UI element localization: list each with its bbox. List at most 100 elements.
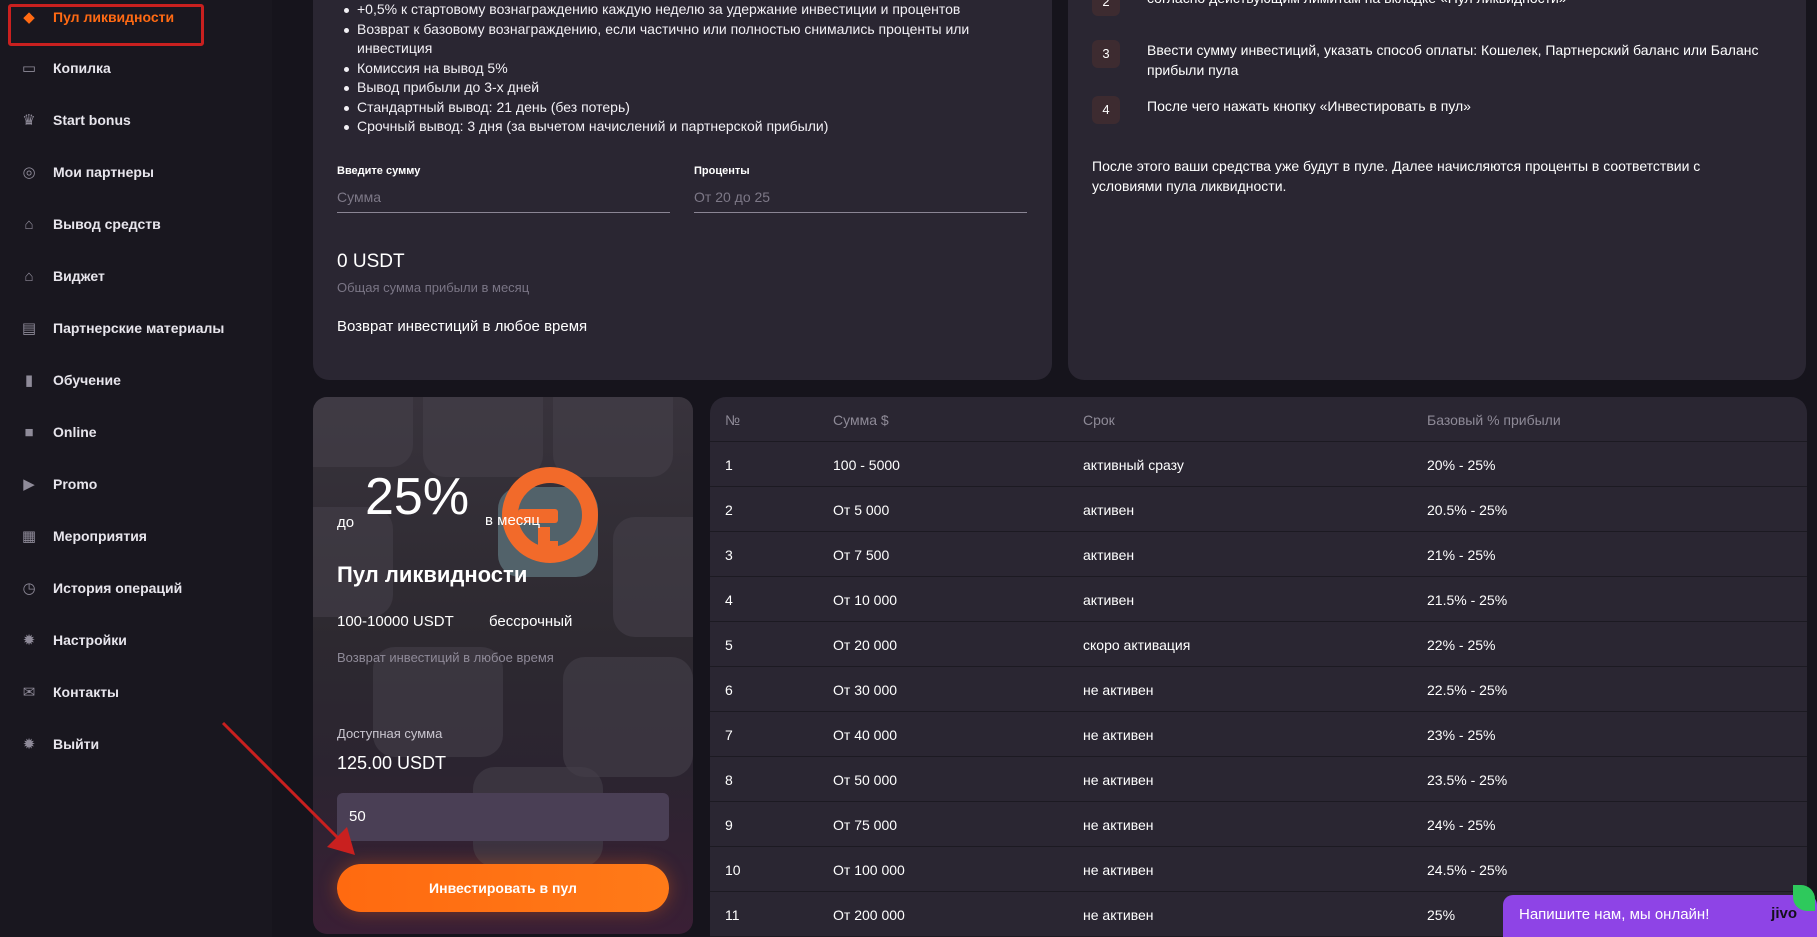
sidebar-item-contacts[interactable]: ✉ Контакты <box>20 680 119 704</box>
table-cell: 11 <box>725 907 740 923</box>
document-icon: ▤ <box>21 320 37 337</box>
sidebar-item-label: Вывод средств <box>53 216 161 232</box>
chat-icon: ✉ <box>22 684 36 701</box>
return-text: Возврат инвестиций в любое время <box>337 318 588 335</box>
column-header: Сумма $ <box>833 412 889 428</box>
pool-term: бессрочный <box>489 613 573 630</box>
play-icon: ▶ <box>23 476 35 493</box>
after-text: После этого ваши средства уже будут в пу… <box>1092 158 1701 194</box>
sidebar-item-partners[interactable]: ◎ Мои партнеры <box>20 160 154 184</box>
list-item: Вывод прибыли до 3-х дней <box>343 78 1043 98</box>
sidebar-item-education[interactable]: ▮ Обучение <box>20 368 121 392</box>
sidebar-item-label: Start bonus <box>53 112 131 128</box>
table-cell: 10 <box>725 862 741 878</box>
sidebar-item-settings[interactable]: ✹ Настройки <box>20 628 127 652</box>
table-cell: активный сразу <box>1083 457 1184 473</box>
table-cell: 100 - 5000 <box>833 457 900 473</box>
step-text: согласно действующим лимитам на вкладке … <box>1147 0 1567 8</box>
table-row: 10 От 100 000 не активен 24.5% - 25% <box>710 847 1807 892</box>
table-cell: 8 <box>725 772 733 788</box>
list-item: Возврат к базовому вознаграждению, если … <box>343 20 1043 59</box>
step-text: Ввести сумму инвестиций, указать способ … <box>1147 42 1759 78</box>
sidebar-item-liquidity-pool[interactable]: ◆ Пул ликвидности <box>20 5 174 29</box>
table-cell: 25% <box>1427 907 1456 923</box>
table-cell: 23.5% - 25% <box>1427 772 1508 788</box>
table-row: 6 От 30 000 не активен 22.5% - 25% <box>710 667 1807 712</box>
step-4: 4 После чего нажать кнопку «Инвестироват… <box>1092 96 1772 124</box>
sidebar-item-label: История операций <box>53 580 183 596</box>
sum-input[interactable]: Сумма <box>337 185 670 213</box>
table-cell: 9 <box>725 817 733 833</box>
total-profit-caption: Общая сумма прибыли в месяц <box>337 280 530 295</box>
step-text: После чего нажать кнопку «Инвестировать … <box>1147 98 1471 114</box>
table-cell: не активен <box>1083 907 1154 923</box>
table-cell: От 200 000 <box>833 907 905 923</box>
sidebar-item-partner-materials[interactable]: ▤ Партнерские материалы <box>20 316 224 340</box>
table-row: 7 От 40 000 не активен 23% - 25% <box>710 712 1807 757</box>
table-cell: активен <box>1083 592 1135 608</box>
sidebar-item-piggy-bank[interactable]: ▭ Копилка <box>20 56 111 80</box>
sidebar-item-label: Мероприятия <box>53 528 147 544</box>
amount-input[interactable]: 50 <box>337 793 669 841</box>
table-cell: 1 <box>725 457 733 473</box>
sum-label: Введите сумму <box>337 165 421 177</box>
chat-widget[interactable]: Напишите нам, мы онлайн! jivo <box>1503 885 1817 937</box>
sidebar-item-promo[interactable]: ▶ Promo <box>20 472 97 496</box>
step-number: 4 <box>1092 96 1120 124</box>
table-cell: не активен <box>1083 772 1154 788</box>
trophy-icon: ♛ <box>22 112 36 129</box>
table-cell: 23% - 25% <box>1427 727 1496 743</box>
background-tile <box>613 517 693 637</box>
pool-card: до 25% в месяц Пул ликвидности 100-10000… <box>313 397 693 934</box>
table-row: 3 От 7 500 активен 21% - 25% <box>710 532 1807 577</box>
sidebar-item-widget[interactable]: ⌂ Виджет <box>20 264 105 288</box>
list-item: +0,5% к стартовому вознаграждению каждую… <box>343 0 1043 20</box>
table-cell: 21% - 25% <box>1427 547 1496 563</box>
table-cell: 2 <box>725 502 733 518</box>
sidebar-item-history[interactable]: ◷ История операций <box>20 576 182 600</box>
list-item: Стандартный вывод: 21 день (без потерь) <box>343 98 1043 118</box>
sidebar-item-label: Выйти <box>53 736 100 752</box>
table-cell: 24% - 25% <box>1427 817 1496 833</box>
home-icon: ⌂ <box>24 215 34 233</box>
table-cell: От 50 000 <box>833 772 898 788</box>
conditions-list: +0,5% к стартовому вознаграждению каждую… <box>343 0 1043 137</box>
sidebar-item-events[interactable]: ▦ Мероприятия <box>20 524 147 548</box>
table-cell: От 40 000 <box>833 727 898 743</box>
conditions-panel: +0,5% к стартовому вознаграждению каждую… <box>313 0 1052 380</box>
pool-range: 100-10000 USDT <box>337 613 454 630</box>
table-cell: 24.5% - 25% <box>1427 862 1508 878</box>
table-cell: 20.5% - 25% <box>1427 502 1508 518</box>
sidebar-item-label: Promo <box>53 476 98 492</box>
percent-label: Проценты <box>694 165 750 177</box>
tiers-table: № Сумма $ Срок Базовый % прибыли 1 100 - … <box>710 397 1807 937</box>
sidebar-item-label: Мои партнеры <box>53 164 154 180</box>
globe-icon: ◎ <box>22 164 36 181</box>
sidebar-item-logout[interactable]: ✹ Выйти <box>20 732 99 756</box>
sidebar-item-label: Пул ликвидности <box>53 9 175 25</box>
calendar-icon: ▦ <box>21 528 37 545</box>
sidebar-item-start-bonus[interactable]: ♛ Start bonus <box>20 108 131 132</box>
column-header: Срок <box>1083 412 1115 428</box>
clock-icon: ◷ <box>22 580 36 597</box>
sidebar-item-label: Online <box>53 424 97 440</box>
column-header: № <box>725 412 741 428</box>
percent-value: 25% <box>365 468 470 526</box>
sidebar-item-online[interactable]: ■ Online <box>20 420 97 444</box>
table-cell: не активен <box>1083 727 1154 743</box>
table-cell: От 20 000 <box>833 637 898 653</box>
table-cell: 21.5% - 25% <box>1427 592 1508 608</box>
arrow-annotation-icon <box>221 721 355 855</box>
invest-button[interactable]: Инвестировать в пул <box>337 864 669 912</box>
table-cell: не активен <box>1083 817 1154 833</box>
step-2: 2 согласно действующим лимитам на вкладк… <box>1092 0 1772 16</box>
percent-input[interactable]: От 20 до 25 <box>694 185 1027 213</box>
chat-brand: jivo <box>1771 905 1797 922</box>
video-icon: ■ <box>24 423 34 441</box>
gear-icon: ✹ <box>22 736 36 753</box>
sidebar-item-label: Виджет <box>53 268 105 284</box>
total-profit-value: 0 USDT <box>337 251 405 272</box>
sidebar-item-withdrawal[interactable]: ⌂ Вывод средств <box>20 212 161 236</box>
table-row: 1 100 - 5000 активный сразу 20% - 25% <box>710 442 1807 487</box>
table-cell: 22.5% - 25% <box>1427 682 1508 698</box>
